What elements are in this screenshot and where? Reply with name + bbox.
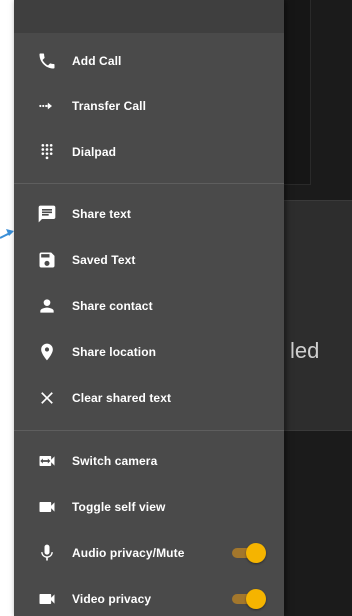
toggle-thumb [246,589,266,609]
close-icon [36,387,58,409]
location-pin-icon [36,341,58,363]
menu-item-share-contact[interactable]: Share contact [14,286,284,326]
menu-item-label: Add Call [72,54,122,68]
message-icon [36,203,58,225]
video-privacy-toggle[interactable] [232,589,266,609]
background-status-text: led [290,338,320,363]
menu-item-share-text[interactable]: Share text [14,194,284,234]
background-divider [284,430,352,431]
background-divider [284,200,352,201]
menu-item-label: Audio privacy/Mute [72,546,185,560]
menu-item-clear-shared-text[interactable]: Clear shared text [14,378,284,418]
menu-item-add-call[interactable]: Add Call [14,41,284,81]
menu-item-transfer-call[interactable]: Transfer Call [14,86,284,126]
menu-item-label: Share contact [72,299,153,313]
menu-item-saved-text[interactable]: Saved Text [14,240,284,280]
menu-item-label: Switch camera [72,454,158,468]
switch-camera-icon [36,450,58,472]
menu-item-label: Saved Text [72,253,136,267]
dialpad-icon [36,141,58,163]
menu-item-audio-privacy[interactable]: Audio privacy/Mute [14,533,284,573]
menu-item-label: Share text [72,207,132,221]
menu-item-label: Toggle self view [72,500,166,514]
toggle-thumb [246,543,266,563]
in-call-menu-drawer: Add Call Transfer Call Dialpad Share tex… [14,0,284,616]
drawer-header [14,0,284,33]
menu-item-label: Clear shared text [72,391,172,405]
menu-item-toggle-self-view[interactable]: Toggle self view [14,487,284,527]
save-icon [36,249,58,271]
menu-item-video-privacy[interactable]: Video privacy [14,579,284,616]
videocam-icon [36,588,58,610]
menu-item-dialpad[interactable]: Dialpad [14,132,284,172]
videocam-icon [36,496,58,518]
transfer-icon [36,95,58,117]
menu-divider [14,430,284,431]
menu-item-share-location[interactable]: Share location [14,332,284,372]
audio-privacy-toggle[interactable] [232,543,266,563]
menu-item-switch-camera[interactable]: Switch camera [14,441,284,481]
menu-item-label: Share location [72,345,157,359]
arrow-pointer-icon [0,229,14,239]
menu-item-label: Transfer Call [72,99,146,113]
microphone-icon [36,542,58,564]
menu-item-label: Video privacy [72,592,152,606]
phone-icon [36,50,58,72]
menu-divider [14,183,284,184]
menu-item-label: Dialpad [72,145,117,159]
person-icon [36,295,58,317]
